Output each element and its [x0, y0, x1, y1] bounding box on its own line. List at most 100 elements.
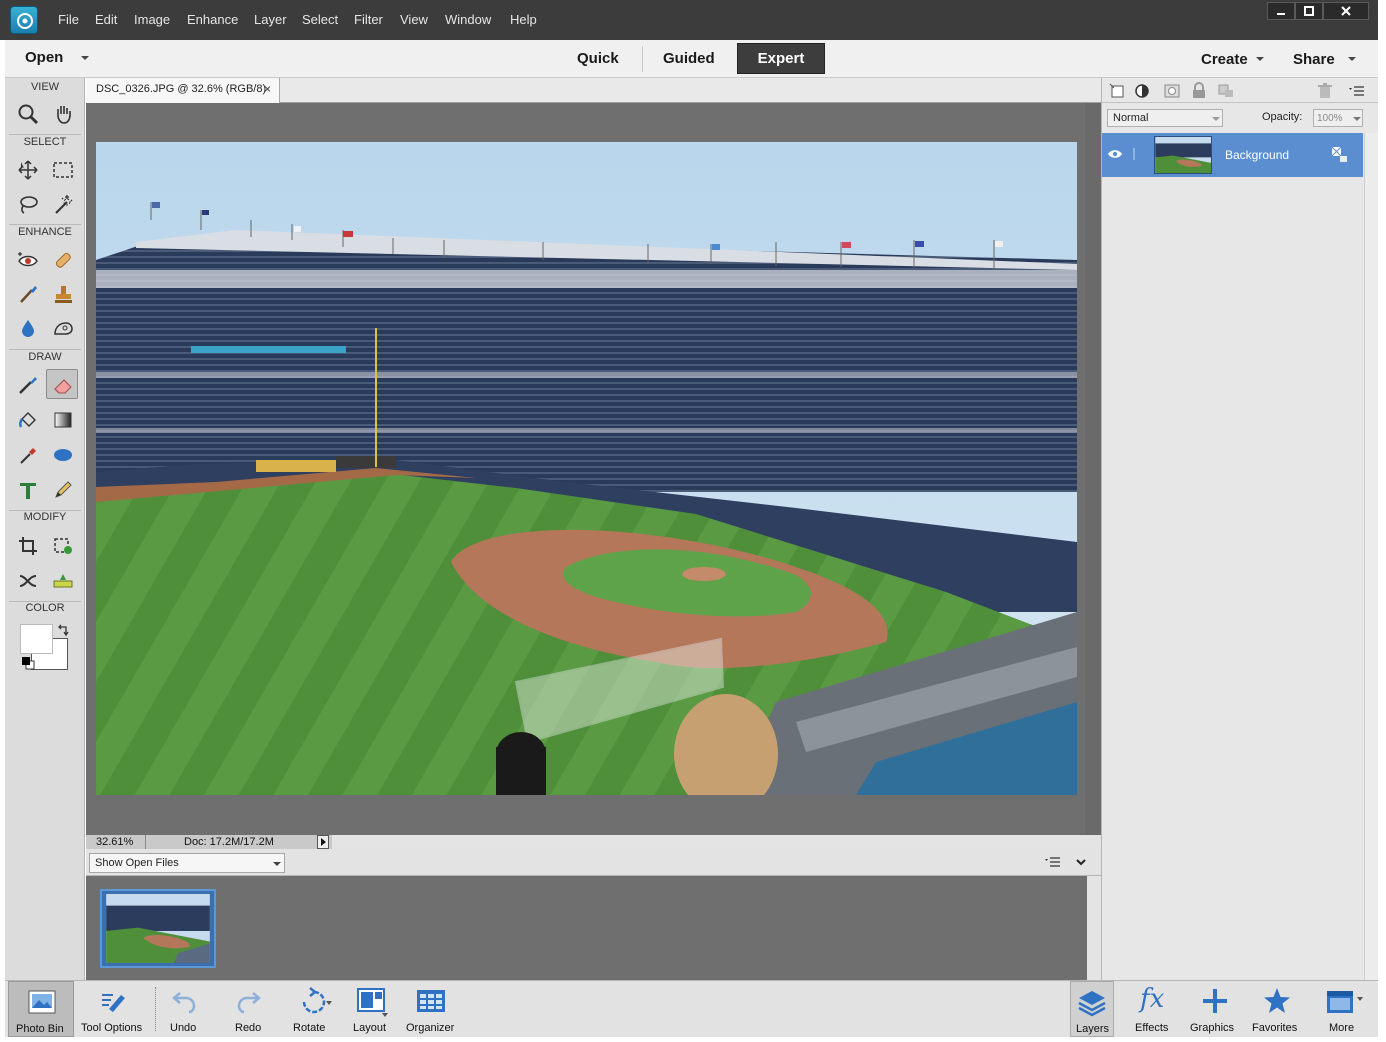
share-dropdown-icon[interactable]: [1348, 57, 1356, 61]
close-document-icon[interactable]: ×: [264, 82, 271, 96]
adjustment-layer-icon[interactable]: [1134, 82, 1152, 100]
undo-button[interactable]: Undo: [162, 981, 206, 1037]
app-logo-icon[interactable]: [10, 6, 38, 34]
menu-help[interactable]: Help: [510, 12, 537, 27]
layers-panel-button[interactable]: Layers: [1070, 981, 1114, 1037]
menu-file[interactable]: File: [58, 12, 79, 27]
panel-menu-icon[interactable]: [1348, 82, 1366, 100]
layout-button[interactable]: Layout: [348, 981, 394, 1037]
hand-tool[interactable]: [46, 98, 78, 128]
redo-button[interactable]: Redo: [227, 981, 271, 1037]
trash-icon[interactable]: [1316, 82, 1334, 100]
zoom-level-field[interactable]: 32.61%: [86, 835, 146, 849]
eyedropper-icon: [20, 448, 36, 464]
maximize-button[interactable]: [1295, 2, 1323, 20]
opacity-field[interactable]: 100%: [1313, 109, 1363, 127]
menu-select[interactable]: Select: [302, 12, 338, 27]
document-tab-title: DSC_0326.JPG @ 32.6% (RGB/8): [96, 83, 267, 95]
content-aware-move-tool[interactable]: [11, 565, 43, 595]
organizer-button[interactable]: Organizer: [403, 981, 461, 1037]
red-eye-tool[interactable]: [11, 244, 43, 274]
zoom-tool[interactable]: [11, 98, 43, 128]
close-window-button[interactable]: [1323, 2, 1369, 20]
smart-brush-tool[interactable]: [11, 278, 43, 308]
move-tool[interactable]: [11, 154, 43, 184]
photo-bin-thumbnail[interactable]: [100, 889, 216, 968]
photo-bin-scrollbar[interactable]: [1087, 876, 1101, 980]
photo-bin-source-select[interactable]: Show Open Files: [89, 853, 285, 873]
opacity-label: Opacity:: [1262, 111, 1303, 123]
brush-tool[interactable]: [11, 369, 43, 399]
more-button[interactable]: More: [1317, 981, 1369, 1037]
photo-bin-button[interactable]: Photo Bin: [8, 981, 74, 1037]
link-icon[interactable]: [1130, 147, 1138, 161]
pencil-icon: [55, 481, 72, 498]
layers-label: Layers: [1076, 1023, 1110, 1035]
graphics-button[interactable]: Graphics: [1185, 981, 1245, 1037]
gradient-tool[interactable]: [46, 404, 78, 434]
layer-row-background[interactable]: Background: [1102, 133, 1363, 177]
eraser-tool[interactable]: [46, 369, 78, 399]
layers-panel: Normal Opacity: 100% Background: [1101, 78, 1379, 980]
layers-scrollbar[interactable]: [1364, 133, 1378, 980]
foreground-color-swatch[interactable]: [20, 624, 53, 654]
visibility-eye-icon[interactable]: [1107, 148, 1123, 160]
menu-edit[interactable]: Edit: [95, 12, 117, 27]
marquee-icon: [53, 162, 73, 178]
tool-options-button[interactable]: Tool Options: [77, 981, 153, 1037]
tool-options-label: Tool Options: [81, 1022, 143, 1034]
gradient-icon: [54, 412, 72, 428]
default-colors-icon[interactable]: [21, 656, 35, 670]
menu-enhance[interactable]: Enhance: [187, 12, 238, 27]
menu-window[interactable]: Window: [445, 12, 491, 27]
bin-options-menu-icon[interactable]: [1044, 855, 1062, 869]
blur-tool[interactable]: [11, 312, 43, 342]
minimize-button[interactable]: [1267, 2, 1295, 20]
horizontal-scrollbar[interactable]: [332, 835, 1101, 849]
ellipse-shape-tool[interactable]: [46, 439, 78, 469]
straighten-tool[interactable]: [46, 565, 78, 595]
move-icon: [18, 160, 38, 180]
create-button[interactable]: Create: [1201, 51, 1248, 68]
recompose-tool[interactable]: [46, 530, 78, 560]
menu-image[interactable]: Image: [134, 12, 170, 27]
menu-filter[interactable]: Filter: [354, 12, 383, 27]
rectangular-marquee-tool[interactable]: [46, 154, 78, 184]
rotate-button[interactable]: Rotate: [288, 981, 338, 1037]
redo-label: Redo: [235, 1022, 262, 1034]
new-layer-icon[interactable]: [1108, 82, 1126, 100]
lasso-icon: [20, 196, 38, 214]
layer-mask-icon[interactable]: [1163, 82, 1181, 100]
lock-icon[interactable]: [1190, 82, 1208, 100]
vertical-scrollbar[interactable]: [1085, 103, 1101, 835]
open-button[interactable]: Open: [25, 49, 63, 66]
lasso-tool[interactable]: [11, 188, 43, 218]
blend-mode-select[interactable]: Normal: [1107, 109, 1223, 127]
menu-layer[interactable]: Layer: [254, 12, 287, 27]
menu-view[interactable]: View: [400, 12, 428, 27]
sponge-tool[interactable]: [46, 312, 78, 342]
clone-stamp-tool[interactable]: [46, 278, 78, 308]
canvas-area[interactable]: [86, 103, 1101, 835]
crop-tool[interactable]: [11, 530, 43, 560]
pencil-tool[interactable]: [46, 474, 78, 504]
spot-healing-tool[interactable]: [46, 244, 78, 274]
baseball-stadium-photo[interactable]: [96, 142, 1077, 795]
favorites-button[interactable]: Favorites: [1247, 981, 1307, 1037]
eyedropper-tool[interactable]: [11, 439, 43, 469]
tab-expert[interactable]: Expert: [737, 43, 825, 74]
swap-colors-icon[interactable]: [56, 624, 70, 638]
tab-guided[interactable]: Guided: [663, 50, 715, 67]
lock-transparency-icon[interactable]: [1217, 82, 1235, 100]
quick-selection-tool[interactable]: [46, 188, 78, 218]
status-menu-arrow-icon[interactable]: [317, 835, 329, 849]
type-tool[interactable]: [11, 474, 43, 504]
paint-bucket-tool[interactable]: [11, 404, 43, 434]
share-button[interactable]: Share: [1293, 51, 1335, 68]
create-dropdown-icon[interactable]: [1256, 57, 1264, 61]
tab-quick[interactable]: Quick: [577, 50, 619, 67]
collapse-bin-chevron-icon[interactable]: [1075, 856, 1087, 868]
document-tab[interactable]: DSC_0326.JPG @ 32.6% (RGB/8) ×: [86, 78, 280, 103]
open-dropdown-icon[interactable]: [81, 56, 89, 60]
effects-button[interactable]: fx Effects: [1129, 981, 1177, 1037]
